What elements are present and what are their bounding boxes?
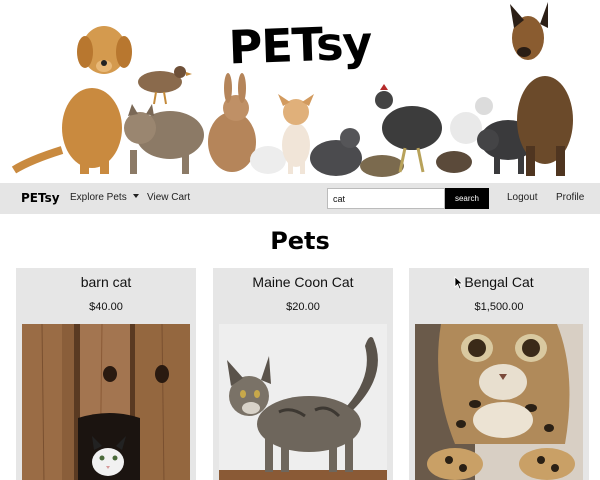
pet-card-bengal-cat[interactable]: Bengal Cat $1,500.00 (409, 268, 589, 480)
pet-card-barn-cat[interactable]: barn cat $40.00 (16, 268, 196, 480)
pet-card-image[interactable] (22, 324, 190, 480)
pet-card-price: $20.00 (286, 301, 320, 313)
tabby-cat-illustration (124, 104, 204, 174)
navbar-logo[interactable]: PETsy (21, 191, 60, 205)
logout-link[interactable]: Logout (507, 192, 538, 203)
pet-card-image[interactable] (219, 324, 387, 480)
mouse-cursor-icon (454, 276, 464, 290)
pet-card-price: $1,500.00 (474, 301, 524, 313)
pet-card-name[interactable]: barn cat (16, 274, 196, 290)
hero-banner: PETsy (0, 0, 600, 183)
profile-link[interactable]: Profile (556, 192, 584, 203)
explore-pets-dropdown[interactable]: Explore Pets (70, 192, 139, 203)
pet-card-price: $40.00 (89, 301, 123, 313)
view-cart-link[interactable]: View Cart (147, 192, 190, 203)
search-button[interactable]: search (445, 188, 489, 209)
pet-card-name[interactable]: Maine Coon Cat (213, 274, 393, 290)
pet-card-name[interactable]: Bengal Cat (409, 274, 589, 290)
caret-down-icon (132, 194, 139, 198)
search-input[interactable] (327, 188, 445, 209)
rabbit-illustration (208, 73, 256, 172)
pet-card-image[interactable] (415, 324, 583, 480)
navbar: PETsy Explore Pets View Cart Logout Prof… (0, 183, 600, 214)
page-title: Pets (270, 227, 330, 255)
pet-card-maine-coon-cat[interactable]: Maine Coon Cat $20.00 (213, 268, 393, 480)
explore-pets-label: Explore Pets (70, 192, 127, 203)
